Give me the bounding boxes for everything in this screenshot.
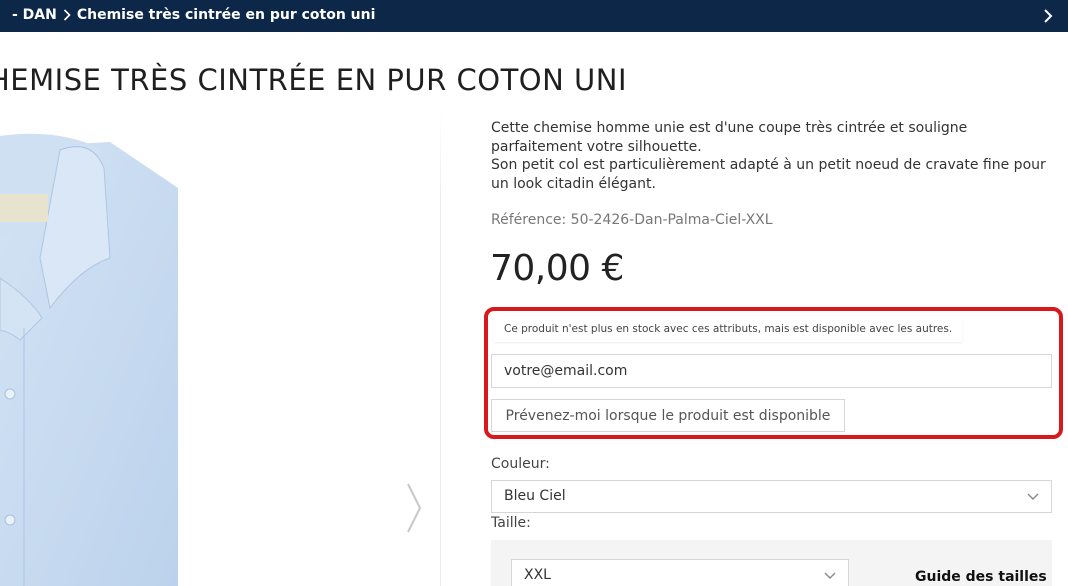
product-description: Cette chemise homme unie est d'une coupe… <box>491 119 1051 193</box>
color-select[interactable]: Bleu Ciel <box>491 480 1052 513</box>
size-label: Taille: <box>491 515 531 531</box>
email-field[interactable] <box>491 354 1052 388</box>
breadcrumb: - DAN Chemise très cintrée en pur coton … <box>12 7 375 23</box>
chevron-right-icon[interactable] <box>1042 8 1054 24</box>
product-reference: Référence: 50-2426-Dan-Palma-Ciel-XXL <box>491 212 773 228</box>
description-line: Cette chemise homme unie est d'une coupe… <box>491 120 968 155</box>
size-guide-link[interactable]: Guide des tailles <box>915 569 1047 585</box>
out-of-stock-message: Ce produit n'est plus en stock avec ces … <box>494 318 963 342</box>
breadcrumb-parent-link[interactable]: - DAN <box>12 7 57 23</box>
breadcrumb-current: Chemise très cintrée en pur coton uni <box>76 7 376 23</box>
description-line: Son petit col est particulièrement adapt… <box>491 157 1046 192</box>
product-image[interactable] <box>0 108 440 586</box>
size-select-value: XXL <box>524 567 551 583</box>
color-label: Couleur: <box>491 456 550 472</box>
chevron-down-icon <box>1027 493 1039 500</box>
chevron-down-icon <box>824 572 836 579</box>
breadcrumb-bar: - DAN Chemise très cintrée en pur coton … <box>0 0 1068 32</box>
chevron-right-icon <box>63 9 71 21</box>
product-price: 70,00 € <box>490 248 624 289</box>
product-gallery <box>0 108 440 586</box>
size-select[interactable]: XXL <box>511 559 849 586</box>
notify-me-button[interactable]: Prévenez-moi lorsque le produit est disp… <box>491 399 845 432</box>
gallery-next-arrow[interactable] <box>404 480 424 536</box>
product-title: HEMISE TRÈS CINTRÉE EN PUR COTON UNI <box>0 63 628 97</box>
column-divider <box>440 108 441 586</box>
color-select-value: Bleu Ciel <box>504 488 566 504</box>
